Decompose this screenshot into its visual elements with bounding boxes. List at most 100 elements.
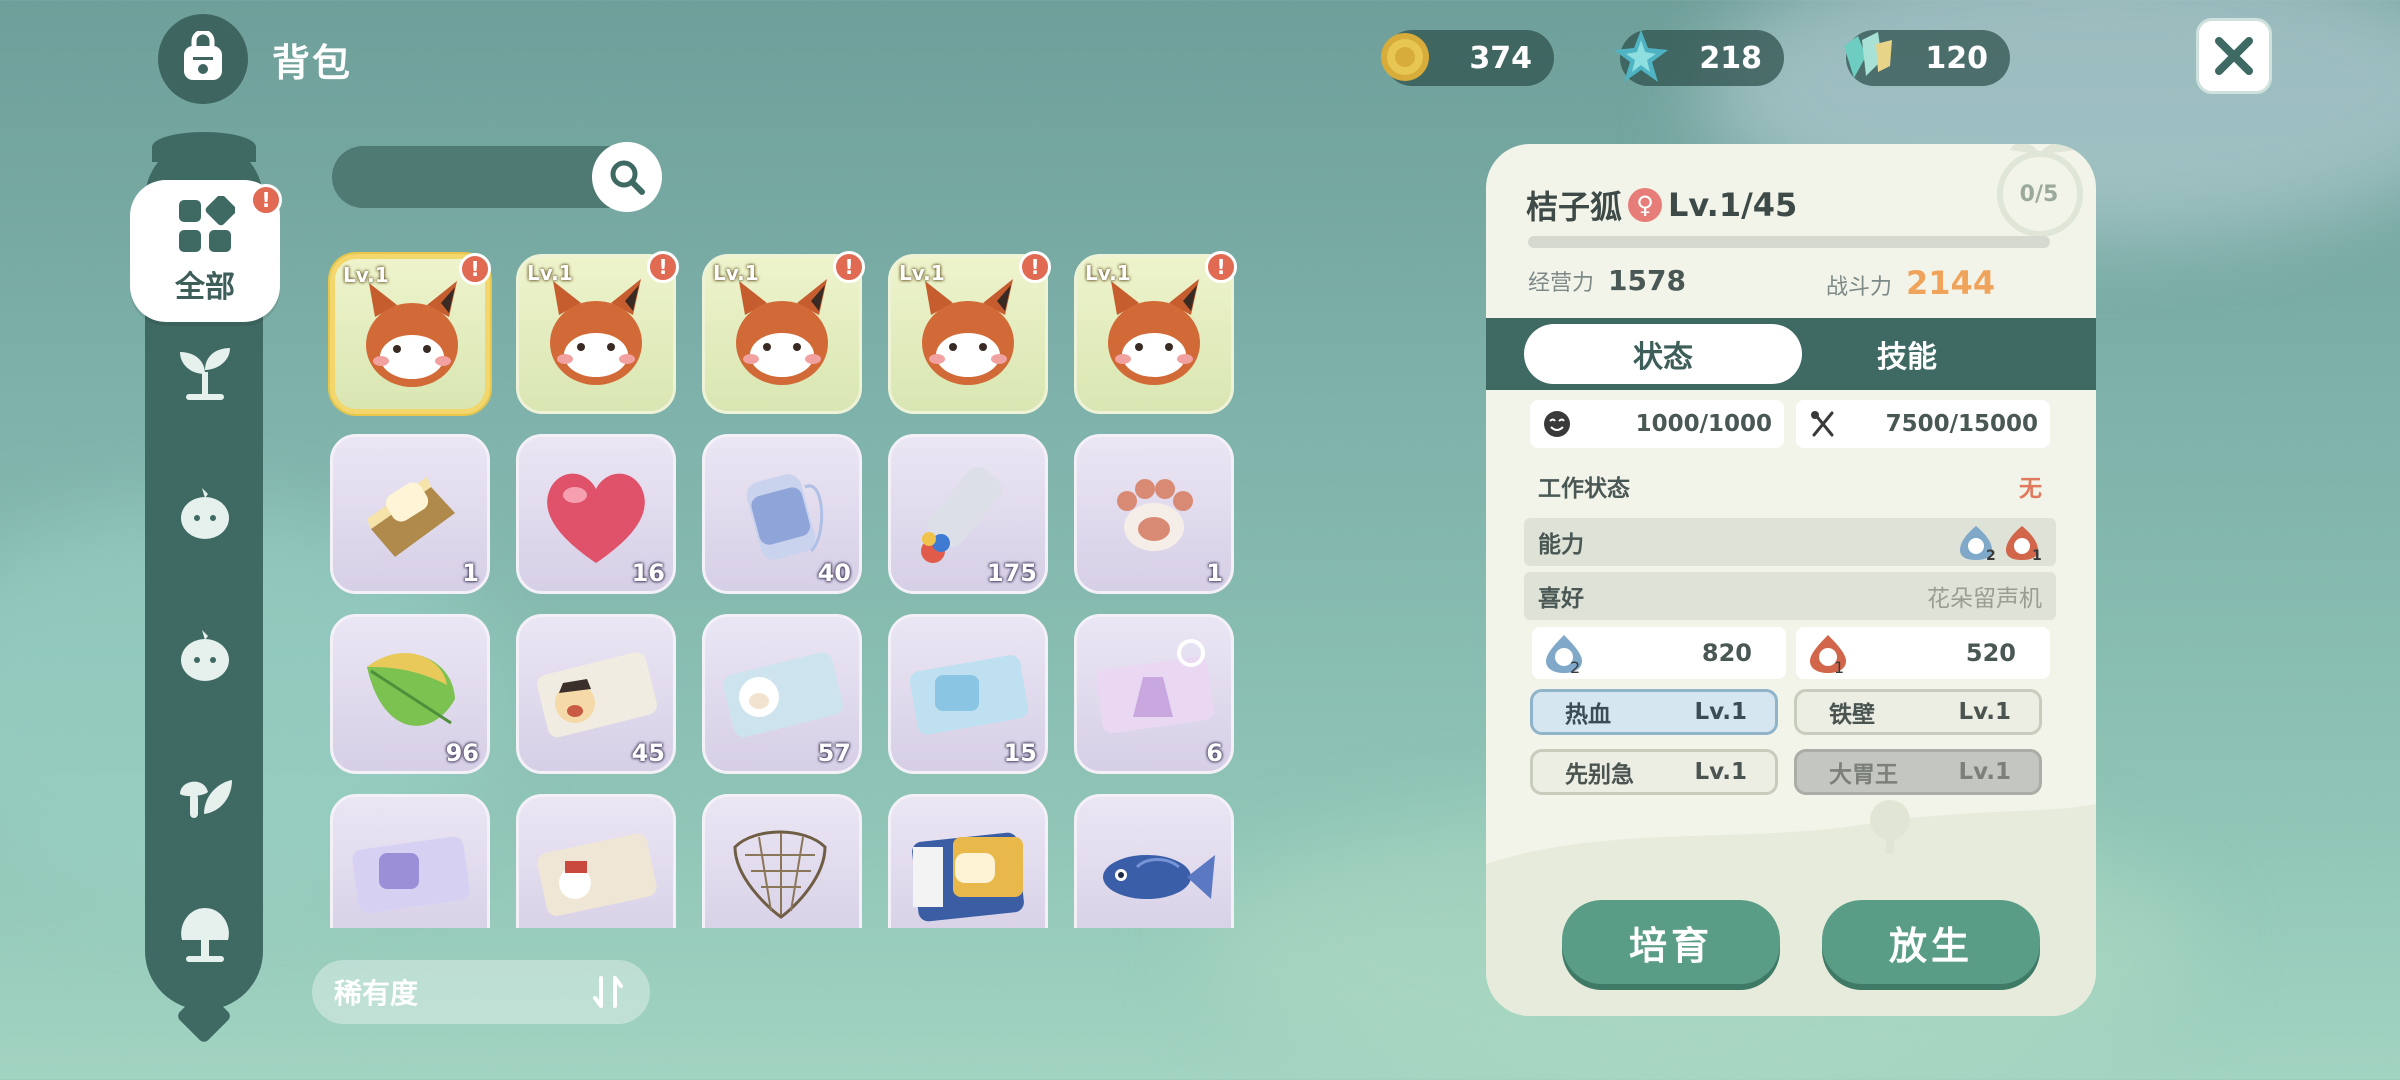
item-tile[interactable] [702,794,862,928]
trait-chip[interactable]: 先别急 Lv.1 [1530,749,1778,795]
pet-tile[interactable]: Lv.1 ! [888,251,1051,414]
pet-tile[interactable]: Lv.1 ! [330,253,491,414]
combat-label: 战斗力 [1826,275,1893,300]
item-tile[interactable]: 6 [1074,614,1234,774]
pet-tile[interactable]: Lv.1 ! [516,251,679,414]
gem-value: 120 [1925,40,1988,76]
item-tile[interactable]: 40 [702,434,862,594]
trait-name: 热血 [1565,702,1611,728]
star-crystal-icon [1614,30,1668,82]
pet-level: Lv.1 [343,263,389,287]
detail-tabs: 状态 技能 [1486,318,2096,390]
item-count: 1 [462,559,479,587]
trait-name: 先别急 [1565,762,1634,788]
trait-level: Lv.1 [1958,759,2011,785]
work-status-row: 工作状态 无 [1524,462,2056,510]
fire-ability-box: 1 520 [1796,627,2050,679]
close-icon [2215,37,2253,75]
item-tile[interactable]: 15 [888,614,1048,774]
raise-button[interactable]: 培育 [1562,900,1780,984]
sort-arrows-icon [593,976,623,1008]
combat-stat: 战斗力 2144 [1826,264,1995,302]
trait-name: 大胃王 [1829,762,1898,788]
fire-ability-level: 1 [2032,548,2042,562]
item-tile[interactable]: 45 [516,614,676,774]
item-count: 1 [1206,559,1223,587]
star-value: 218 [1699,40,1762,76]
item-tile[interactable] [330,794,490,928]
favorite-value: 花朵留声机 [1927,586,2042,612]
favorite-label: 喜好 [1538,586,1584,612]
orange-fox-icon [366,281,458,387]
pet-level: Lv.1/45 [1668,186,1798,224]
tree-icon [181,908,229,962]
category-all-label: 全部 [175,270,235,305]
item-tile[interactable] [516,794,676,928]
gem-currency[interactable]: 120 [1844,30,2010,86]
close-button[interactable] [2196,18,2272,94]
item-count: 16 [631,559,665,587]
trait-name: 铁壁 [1829,702,1875,728]
release-button[interactable]: 放生 [1822,900,2040,984]
item-tile[interactable]: 16 [516,434,676,594]
tab-skills[interactable]: 技能 [1768,324,2046,384]
combat-value: 2144 [1906,264,1996,302]
mood-face-icon [1544,411,1570,437]
pet-alert: ! [1205,251,1237,283]
gold-coin-icon [1381,33,1429,81]
pet-level: Lv.1 [713,261,759,285]
trait-chip[interactable]: 大胃王 Lv.1 [1794,749,2042,795]
orange-fox-icon [550,279,642,385]
category-creature-b[interactable] [174,624,236,686]
item-tile[interactable]: 57 [702,614,862,774]
pet-detail-panel: 桔子狐 ♀ Lv.1/45 0/5 经营力 1578 战斗力 2144 状态 技… [1486,144,2096,1016]
mood-box: 1000/1000 [1530,400,1784,448]
water-value: 820 [1701,639,1752,667]
item-tile[interactable]: 96 [330,614,490,774]
orange-fox-icon [1108,279,1200,385]
pet-alert: ! [1019,251,1051,283]
pet-tile[interactable]: Lv.1 ! [1074,251,1237,414]
item-count: 96 [445,739,479,767]
business-label: 经营力 [1528,271,1595,296]
gold-currency[interactable]: 374 [1381,30,1554,86]
item-tile[interactable]: 1 [1074,434,1234,594]
pet-level: Lv.1 [899,261,945,285]
water-ability-level: 2 [1986,548,1996,562]
fish-icon [1103,855,1215,899]
sort-rarity-button[interactable]: 稀有度 [312,960,650,1024]
category-sprout[interactable] [174,342,236,404]
sprout-icon [180,348,230,400]
tab-status[interactable]: 状态 [1524,324,1802,384]
badge-value: 0/5 [2019,182,2059,207]
food-value: 7500/15000 [1885,411,2038,437]
creature-icon [181,488,229,539]
pet-level: Lv.1 [527,261,573,285]
gem-cluster-icon [1844,32,1892,78]
header: 背包 [158,14,352,104]
grid-icon [179,196,235,252]
category-all-alert: ! [250,184,282,216]
water-ability-icon: 2 [1546,635,1582,675]
ability-label: 能力 [1538,532,1584,558]
gold-value: 374 [1469,40,1532,76]
trait-level: Lv.1 [1958,699,2011,725]
item-tile[interactable]: 1 [330,434,490,594]
category-tree[interactable] [174,904,236,966]
fire-value: 520 [1965,639,2016,667]
fire-ability-icon: 1 [1810,635,1846,675]
category-mushroom-leaf[interactable] [174,764,236,826]
trait-chip[interactable]: 热血 Lv.1 [1530,689,1778,735]
item-tile[interactable] [1074,794,1234,928]
category-creature-a[interactable] [174,482,236,544]
item-count: 57 [817,739,851,767]
trait-chip[interactable]: 铁壁 Lv.1 [1794,689,2042,735]
pet-alert: ! [459,253,491,285]
business-stat: 经营力 1578 [1528,264,1686,297]
item-tile[interactable]: 175 [888,434,1048,594]
pet-tile[interactable]: Lv.1 ! [702,251,865,414]
search-button[interactable] [592,142,662,212]
star-currency[interactable]: 218 [1614,30,1784,86]
mushroom-leaf-icon [180,780,232,818]
item-tile[interactable] [888,794,1048,928]
